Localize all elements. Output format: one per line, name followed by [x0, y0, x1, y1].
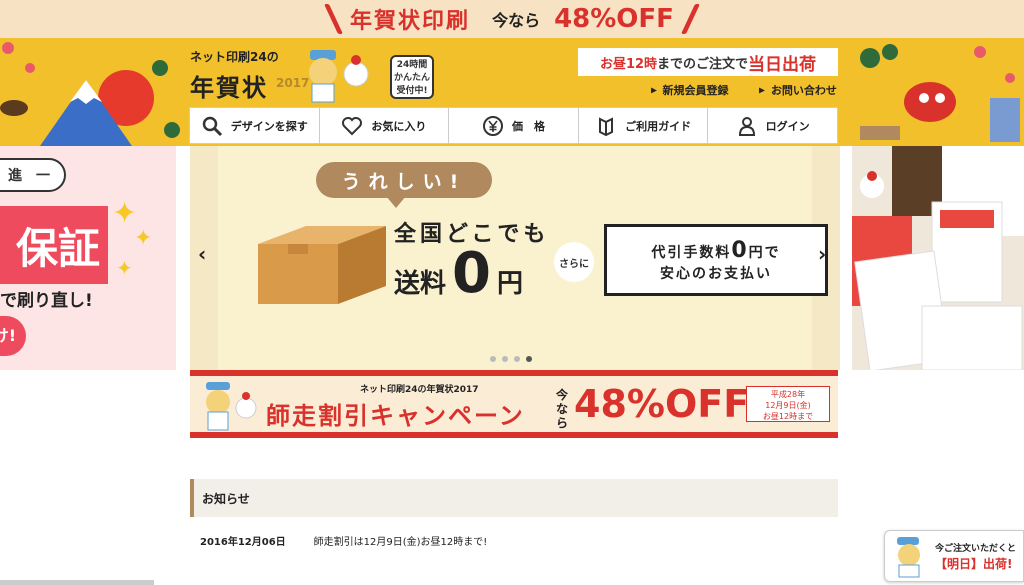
free-shipping-line2: 送料 0 円: [394, 246, 523, 302]
guarantee-label: 保証: [0, 206, 108, 284]
nav-login[interactable]: ログイン: [708, 108, 837, 143]
left-circle-label: け!: [0, 316, 26, 356]
main-nav: デザインを探す お気に入り 価 格 ご利用ガイド ログイン: [189, 107, 838, 144]
top-promo-banner[interactable]: 年賀状印刷 今なら 48%OFF: [0, 0, 1024, 38]
campaign-mini-logo: ネット印刷24の年賀状2017: [360, 385, 479, 395]
free-zero: 0: [452, 241, 491, 306]
sparkle-icon: ✦: [116, 256, 133, 280]
fee-line2: 安心のお支払い: [660, 265, 772, 282]
free-prefix: 送料: [394, 269, 447, 299]
nav-favorites[interactable]: お気に入り: [320, 108, 450, 143]
logo-brand-big: 年賀状: [190, 74, 268, 102]
tomorrow-shipping-badge[interactable]: 今ご注文いただくと 【明日】出荷!: [884, 530, 1024, 582]
tomorrow-line1: 今ご注文いただくと: [935, 544, 1017, 554]
search-icon: [202, 116, 222, 136]
new-year-cards-image: [852, 146, 1024, 370]
nav-design-search[interactable]: デザインを探す: [190, 108, 320, 143]
news-text[interactable]: 師走割引は12月9日(金)お昼12時まで!: [314, 533, 488, 548]
deadline-line3: お昼12時まで: [762, 412, 814, 421]
hero-slider: うれしい! 全国どこでも 送料 0 円 さらに 代引手数料0円で 安心のお支払い…: [190, 146, 840, 370]
slider-prev-button[interactable]: ‹: [198, 242, 206, 266]
campaign-deadline: 平成28年 12月9日(金) お昼12時まで: [746, 386, 830, 422]
new-year-decoration-left: [0, 42, 180, 146]
furthermore-badge: さらに: [554, 242, 594, 282]
promo-now-label: 今なら: [492, 11, 541, 30]
nav-guide[interactable]: ご利用ガイド: [579, 108, 709, 143]
logo-brand-small: ネット印刷24の: [190, 50, 279, 64]
same-day-shipping-banner: お昼12時 までのご注文で 当日出荷: [578, 48, 838, 76]
campaign-discount: 48%OFF: [574, 382, 750, 426]
guide-icon: [599, 116, 614, 136]
nav-label: お気に入り: [371, 119, 427, 133]
prev-slide-peek[interactable]: 進 一 保証 ✦ ✦ ✦ で刷り直し! け!: [0, 146, 176, 370]
slider-dot[interactable]: [514, 356, 520, 362]
horizontal-scrollbar[interactable]: [0, 580, 154, 585]
fee-line1: 代引手数料0円で: [651, 238, 780, 263]
slider-dots: [490, 356, 532, 362]
cardboard-box-icon: [258, 226, 386, 304]
fee-zero: 0: [731, 237, 749, 263]
mascot-icon: [206, 382, 257, 431]
cod-fee-box: 代引手数料0円で 安心のお支払い: [604, 224, 828, 296]
news-date: 2016年12月06日: [200, 537, 286, 548]
new-year-decoration-right: [860, 44, 1020, 142]
speech-bubble: うれしい!: [316, 162, 492, 208]
news-heading: お知らせ: [190, 479, 838, 517]
nav-price[interactable]: 価 格: [449, 108, 579, 143]
promo-discount: 48%OFF: [554, 4, 674, 34]
heart-icon: [342, 116, 363, 135]
same-day-suffix: 当日出荷: [748, 54, 817, 75]
next-slide-peek[interactable]: [852, 146, 1024, 370]
nav-label: 価 格: [511, 119, 545, 133]
fee-line1-a: 代引手数料: [651, 244, 732, 261]
user-icon: [738, 116, 755, 136]
slash-decoration: [680, 4, 700, 34]
yen-icon: [482, 115, 503, 136]
header-links: 新規会員登録 お問い合わせ: [650, 82, 837, 98]
register-link[interactable]: 新規会員登録: [650, 82, 728, 98]
free-suffix: 円: [496, 269, 523, 299]
slash-decoration: [324, 4, 344, 34]
same-day-middle: までのご注文で: [657, 56, 749, 72]
reprint-text: で刷り直し!: [0, 291, 93, 311]
mascot-icon: [897, 537, 920, 578]
left-pill: 進 一: [0, 158, 66, 192]
campaign-banner[interactable]: ネット印刷24の年賀状2017 師走割引キャンペーン 今なら 48%OFF 平成…: [190, 370, 838, 438]
24h-badge: 24時間 かんたん 受付中!: [390, 55, 434, 99]
slider-dot[interactable]: [490, 356, 496, 362]
promo-title: 年賀状印刷: [350, 9, 471, 34]
nav-label: デザインを探す: [230, 119, 308, 133]
fee-line1-b: 円で: [748, 244, 781, 261]
slide-free-shipping[interactable]: うれしい! 全国どこでも 送料 0 円 さらに 代引手数料0円で 安心のお支払い: [218, 146, 828, 370]
slider-dot-active[interactable]: [526, 356, 532, 362]
contact-link[interactable]: お問い合わせ: [758, 82, 837, 98]
mascot-icon: [309, 50, 369, 103]
campaign-title: 師走割引キャンペーン: [266, 402, 525, 430]
sparkle-icon: ✦: [134, 226, 153, 251]
tomorrow-line2: 【明日】出荷!: [935, 557, 1013, 571]
nav-label: ログイン: [765, 119, 810, 133]
deadline-line2: 12月9日(金): [765, 401, 811, 410]
site-header: ネット印刷24の 年賀状 2017 24時間 かんたん 受付中! お昼12時 ま…: [0, 38, 1024, 146]
slider-next-button[interactable]: ›: [818, 242, 826, 266]
campaign-now-label: 今なら: [556, 388, 569, 430]
deadline-line1: 平成28年: [770, 390, 806, 399]
same-day-prefix: お昼12時: [599, 56, 658, 72]
nav-label: ご利用ガイド: [625, 119, 692, 133]
slider-dot[interactable]: [502, 356, 508, 362]
news-item[interactable]: 2016年12月06日 師走割引は12月9日(金)お昼12時まで!: [200, 533, 487, 548]
